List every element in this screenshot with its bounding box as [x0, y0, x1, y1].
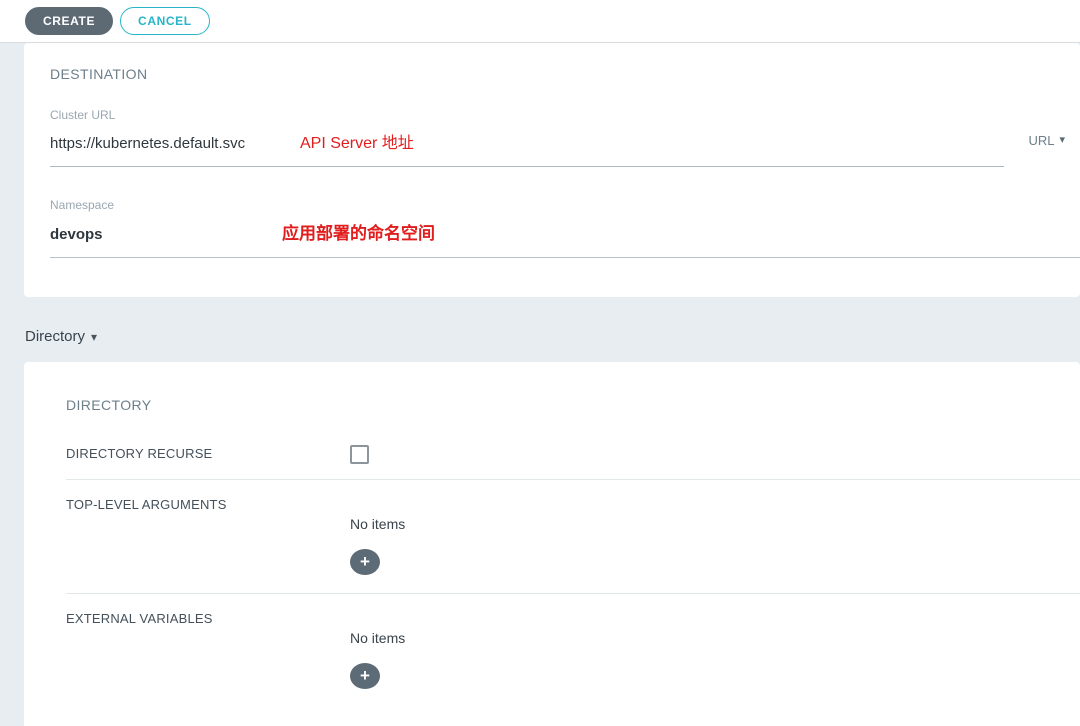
top-level-arguments-empty: No items [350, 516, 406, 532]
cluster-url-annotation: API Server 地址 [300, 135, 414, 152]
external-variables-row: EXTERNAL VARIABLES No items + [66, 594, 1080, 707]
namespace-label: Namespace [50, 198, 115, 212]
cluster-url-value-line: https://kubernetes.default.svc API Serve… [50, 129, 1004, 166]
top-level-arguments-label: TOP-LEVEL ARGUMENTS [66, 497, 227, 512]
chevron-down-icon: ▾ [91, 330, 98, 344]
add-external-variable-button[interactable]: + [350, 663, 380, 689]
cluster-url-input[interactable]: https://kubernetes.default.svc [50, 135, 300, 153]
destination-heading: DESTINATION [50, 66, 148, 82]
namespace-input[interactable]: devops [50, 226, 282, 244]
plus-icon: + [360, 551, 370, 571]
namespace-value-line: devops 应用部署的命名空间 [50, 219, 1080, 257]
plus-icon: + [360, 665, 370, 685]
namespace-input-wrap: Namespace devops 应用部署的命名空间 [50, 167, 1080, 258]
chevron-down-icon: ▾ [1059, 134, 1065, 146]
external-variables-value: No items + [350, 610, 1080, 689]
external-variables-label: EXTERNAL VARIABLES [66, 611, 213, 626]
directory-panel: DIRECTORY DIRECTORY RECURSE TOP-LEVEL AR… [24, 362, 1080, 726]
directory-recurse-label: DIRECTORY RECURSE [66, 446, 213, 461]
destination-type-selector[interactable]: URL ▾ [1004, 133, 1080, 167]
form-toolbar: CREATE CANCEL [0, 0, 1080, 43]
destination-type-value: URL [1028, 133, 1055, 148]
form-content: DESTINATION Cluster URL https://kubernet… [0, 43, 1080, 726]
cluster-url-label: Cluster URL [50, 108, 116, 122]
namespace-annotation: 应用部署的命名空间 [282, 224, 435, 243]
directory-recurse-row: DIRECTORY RECURSE [66, 429, 1080, 480]
source-type-selector[interactable]: Directory ▾ [25, 328, 97, 346]
create-button[interactable]: CREATE [25, 7, 114, 35]
source-type-label: Directory [25, 328, 86, 345]
directory-heading: DIRECTORY [66, 397, 152, 413]
cluster-url-input-wrap: Cluster URL https://kubernetes.default.s… [50, 84, 1004, 167]
cancel-button[interactable]: CANCEL [120, 7, 210, 35]
application-create-form: CREATE CANCEL DESTINATION Cluster URL ht… [0, 0, 1080, 726]
external-variables-empty: No items [350, 630, 406, 646]
top-level-arguments-value: No items + [350, 496, 1080, 575]
destination-panel: DESTINATION Cluster URL https://kubernet… [24, 43, 1080, 297]
top-level-arguments-row: TOP-LEVEL ARGUMENTS No items + [66, 480, 1080, 594]
namespace-row: Namespace devops 应用部署的命名空间 [50, 167, 1080, 258]
directory-recurse-checkbox[interactable] [350, 445, 369, 464]
cluster-url-row: Cluster URL https://kubernetes.default.s… [50, 84, 1080, 167]
directory-recurse-value [350, 445, 1080, 469]
add-top-level-argument-button[interactable]: + [350, 549, 380, 575]
